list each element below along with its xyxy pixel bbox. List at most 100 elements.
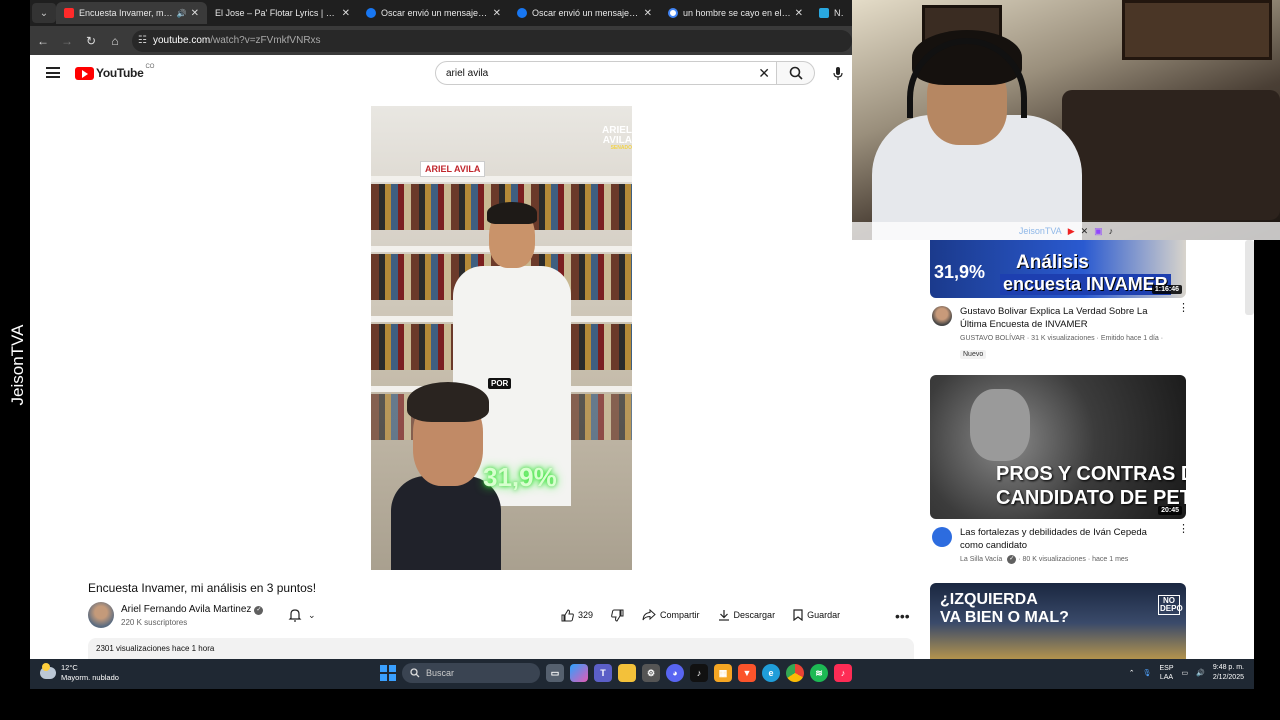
search-value: ariel avila [446, 67, 489, 79]
spotify-icon[interactable]: ≋ [810, 664, 828, 682]
streamer-tag: JeisonTVA [1018, 226, 1062, 236]
language-indicator[interactable]: ESP LAA [1159, 664, 1173, 682]
sofa [1062, 90, 1280, 220]
audio-icon[interactable]: 🔊 [177, 9, 187, 18]
description-box[interactable]: 2301 visualizaciones hace 1 hora [88, 638, 914, 659]
verified-icon: ✓ [1007, 555, 1017, 564]
thumbs-down-icon [611, 609, 624, 622]
task-view-icon[interactable]: ▭ [546, 664, 564, 682]
facebook-favicon-icon [366, 8, 376, 18]
more-vertical-icon[interactable]: ⋮ [1178, 524, 1189, 535]
search-icon [789, 66, 803, 80]
tab-close-icon[interactable]: ✕ [191, 8, 199, 19]
edge-icon[interactable]: e [762, 664, 780, 682]
microsoft-store-icon[interactable]: ▦ [714, 664, 732, 682]
tiktok-icon[interactable]: ♪ [690, 664, 708, 682]
weather-widget[interactable]: 12°C Mayorm. nublado [40, 663, 119, 683]
tab-0[interactable]: Encuesta Invamer, mi análisis 🔊 ✕ [56, 2, 207, 24]
back-arrow-icon[interactable]: ← [32, 30, 54, 52]
microphone-icon[interactable]: 🎙 [1143, 669, 1152, 677]
thumb-text-2: encuesta INVAMER [1000, 274, 1171, 295]
clear-icon[interactable]: ✕ [758, 65, 770, 82]
tiktok-live-icon[interactable]: ♪ [834, 664, 852, 682]
tab-4[interactable]: un hombre se cayo en el octavo ✕ [660, 2, 811, 24]
teams-icon[interactable]: T [594, 664, 612, 682]
rec-thumbnail-0[interactable]: 31,9% Análisis encuesta INVAMER 1:16:46 [930, 240, 1186, 298]
tab-close-icon[interactable]: ✕ [342, 8, 350, 19]
dislike-button[interactable] [607, 604, 628, 626]
tab-5[interactable]: Notici [811, 2, 851, 24]
verified-icon: ✓ [254, 606, 264, 615]
sidebar-scrollbar[interactable] [1245, 240, 1254, 315]
rec-meta-text: · 80 K visualizaciones · hace 1 mes [1018, 556, 1129, 563]
download-button[interactable]: Descargar [714, 604, 780, 626]
network-icon[interactable]: ▭ [1182, 669, 1189, 677]
tab-close-icon[interactable]: ✕ [795, 8, 803, 19]
avatar[interactable] [932, 306, 952, 326]
clock[interactable]: 9:48 p. m. 2/12/2025 [1213, 663, 1244, 683]
forward-arrow-icon[interactable]: → [56, 30, 78, 52]
recommendations: 31,9% Análisis encuesta INVAMER 1:16:46 … [930, 240, 1190, 659]
avatar[interactable] [88, 602, 114, 628]
tab-2[interactable]: Oscar envió un mensaje a Oscar ✕ [358, 2, 509, 24]
video-player[interactable]: ARIEL AVILA SENADO ARIEL AVILA POR 31,9% [371, 106, 632, 570]
video-caption: POR [488, 378, 512, 389]
share-button[interactable]: Compartir [638, 604, 704, 626]
search-placeholder: Buscar [426, 668, 455, 678]
avatar[interactable] [932, 527, 952, 547]
google-favicon-icon [668, 8, 678, 18]
home-icon[interactable]: ⌂ [104, 30, 126, 52]
youtube-play-icon [75, 66, 94, 80]
chrome-icon[interactable] [786, 664, 804, 682]
rec-title[interactable]: Gustavo Bolivar Explica La Verdad Sobre … [960, 305, 1172, 331]
file-explorer-icon[interactable] [618, 664, 636, 682]
rec-thumbnail-2[interactable]: ¿IZQUIERDA VA BIEN O MAL? NO DEPO [930, 583, 1186, 659]
volume-icon[interactable]: 🔊 [1196, 669, 1205, 677]
temperature: 12°C [61, 663, 78, 672]
settings-gear-icon[interactable]: ⚙ [642, 664, 660, 682]
rec-channel: La Silla Vacía [960, 556, 1003, 563]
chevron-up-icon[interactable]: ⌃ [1129, 669, 1135, 677]
copilot-icon[interactable] [570, 664, 588, 682]
reload-icon[interactable]: ↻ [80, 30, 102, 52]
save-label: Guardar [807, 610, 841, 620]
new-badge: Nuevo [960, 350, 987, 359]
rec-title[interactable]: Las fortalezas y debilidades de Iván Cep… [960, 526, 1172, 552]
date: 2/12/2025 [1212, 674, 1244, 681]
tab-1[interactable]: El Jose – Pa' Flotar Lyrics | Genius ✕ [207, 2, 358, 24]
taskbar-search[interactable]: Buscar [402, 663, 540, 683]
tab-close-icon[interactable]: ✕ [493, 8, 501, 19]
more-vertical-icon[interactable]: ⋮ [1178, 303, 1189, 314]
save-button[interactable]: Guardar [789, 604, 844, 626]
thumb-text-1: ¿IZQUIERDA [940, 591, 1038, 608]
subscription-bell-button[interactable]: ⌄ [288, 608, 316, 622]
weather-description: Mayorm. nublado [61, 673, 119, 682]
tab-title: Notici [834, 8, 843, 18]
webcam-overlay: JeisonTVA ▶ ✕ ▣ ♪ [852, 0, 1280, 240]
brave-icon[interactable]: ▼ [738, 664, 756, 682]
url-host: youtube.com [152, 35, 211, 46]
tab-search-button[interactable]: ⌄ [32, 3, 56, 23]
tab-close-icon[interactable]: ✕ [644, 8, 652, 19]
twitch-icon: ▣ [1094, 225, 1103, 236]
more-options-icon[interactable]: ••• [895, 608, 910, 624]
channel-name[interactable]: Ariel Fernando Avila Martinez ✓ [121, 604, 264, 615]
youtube-logo[interactable]: YouTube CO [75, 64, 154, 80]
tab-title: Oscar envió un mensaje a Oscar [381, 8, 489, 18]
rec-thumbnail-1[interactable]: PROS Y CONTRAS DEL CANDIDATO DE PETRO 20… [930, 375, 1186, 519]
search-input[interactable]: ariel avila ✕ [435, 61, 777, 85]
video-overlay-brand: ARIEL AVILA SENADO [577, 126, 632, 151]
like-button[interactable]: 329 [557, 604, 597, 626]
microphone-icon[interactable] [828, 64, 848, 84]
windows-start-icon[interactable] [380, 665, 396, 681]
windows-taskbar: 12°C Mayorm. nublado Buscar ▭ T ⚙ ◕ ♪ ▦ ▼… [30, 659, 1254, 689]
site-info-icon[interactable]: ☷ [138, 35, 147, 46]
video-duration: 1:16:46 [1151, 285, 1182, 294]
address-bar[interactable]: ☷ youtube.com/watch?v=zFVmkfVNRxs [132, 29, 852, 52]
video-title: Encuesta Invamer, mi análisis en 3 punto… [88, 581, 317, 595]
menu-icon[interactable] [46, 67, 60, 78]
tab-3[interactable]: Oscar envió un mensaje a Oscar ✕ [509, 2, 660, 24]
browser-tabbar: ⌄ Encuesta Invamer, mi análisis 🔊 ✕ El Jos… [30, 0, 852, 26]
discord-icon[interactable]: ◕ [666, 664, 684, 682]
search-button[interactable] [777, 61, 815, 85]
